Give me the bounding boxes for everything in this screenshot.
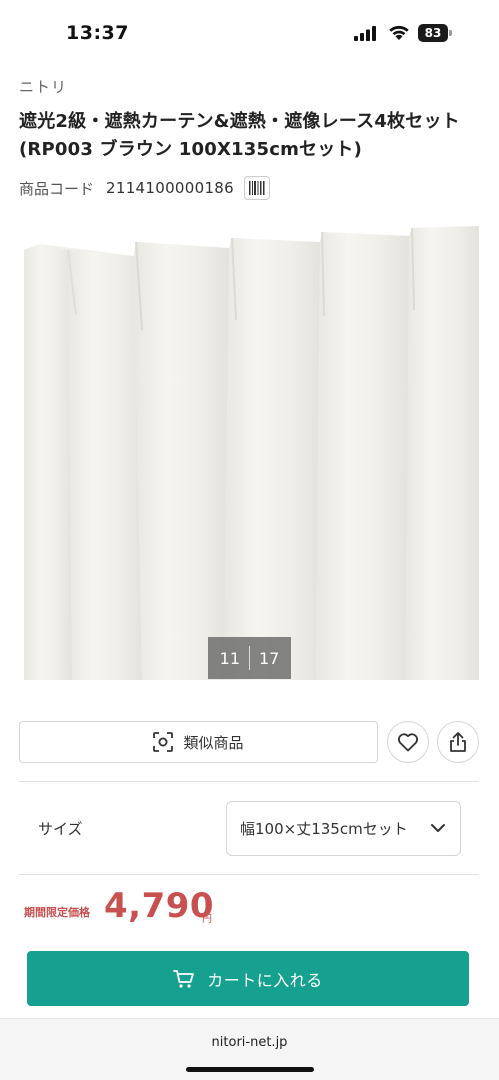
price-value: 4,790 <box>104 886 215 926</box>
brand-name[interactable]: ニトリ <box>19 76 67 97</box>
price-label: 期間限定価格 <box>24 906 90 919</box>
status-bar: 13:37 83 <box>0 0 499 64</box>
product-title: 遮光2級・遮熱カーテン&遮熱・遮像レース4枚セット(RP003 ブラウン 100… <box>19 111 460 160</box>
divider <box>19 874 479 875</box>
share-button[interactable] <box>437 721 479 763</box>
share-icon <box>450 732 466 752</box>
image-counter-current: 11 <box>219 648 240 668</box>
similar-products-label: 類似商品 <box>183 733 244 752</box>
image-counter: 11 17 <box>208 637 291 679</box>
home-indicator[interactable] <box>186 1067 314 1072</box>
favorite-button[interactable] <box>387 721 429 763</box>
product-code-value: 2114100000186 <box>106 179 234 197</box>
status-time: 13:37 <box>66 22 129 44</box>
product-image[interactable] <box>24 220 479 680</box>
image-search-icon <box>153 732 174 752</box>
curtain-image <box>24 220 479 680</box>
cart-icon <box>173 969 195 988</box>
browser-address-bar[interactable]: nitori-net.jp <box>0 1018 499 1080</box>
size-label: サイズ <box>38 820 83 838</box>
battery-icon: 83 <box>418 24 452 42</box>
heart-icon <box>397 733 419 752</box>
product-code-label: 商品コード <box>19 179 95 198</box>
product-code-row: 商品コード 2114100000186 <box>19 176 270 200</box>
size-selected-value: 幅100×丈135cmセット <box>240 820 408 838</box>
add-to-cart-button[interactable]: カートに入れる <box>27 951 469 1006</box>
price-unit: 円 <box>202 914 212 925</box>
image-counter-total: 17 <box>259 648 280 668</box>
battery-level: 83 <box>418 24 448 42</box>
wifi-icon <box>389 25 409 40</box>
url-text: nitori-net.jp <box>211 1035 288 1050</box>
similar-products-button[interactable]: 類似商品 <box>19 721 378 763</box>
barcode-button[interactable] <box>243 176 270 200</box>
divider <box>19 781 479 782</box>
size-select[interactable]: 幅100×丈135cmセット <box>226 801 461 856</box>
barcode-icon <box>248 181 265 195</box>
chevron-down-icon <box>431 824 445 832</box>
cellular-signal-icon <box>354 26 376 41</box>
add-to-cart-label: カートに入れる <box>207 970 323 990</box>
